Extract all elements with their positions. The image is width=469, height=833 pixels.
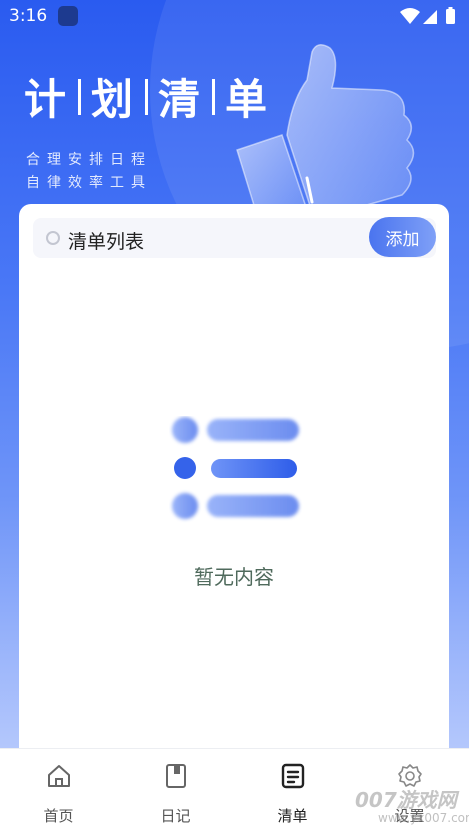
title-divider <box>78 78 82 115</box>
subtitle-line: 自律效率工具 <box>26 175 152 191</box>
tab-label: 清单 <box>277 807 308 825</box>
watermark-text: 007游戏网 <box>355 788 457 812</box>
empty-list-icon <box>172 417 299 519</box>
system-status-icons <box>400 7 455 24</box>
status-bar: 3:16 <box>0 0 469 32</box>
thumbs-up-illustration <box>236 44 415 215</box>
circle-icon <box>46 231 60 245</box>
list-card: 清单列表 添加 暂无内容 <box>19 204 449 764</box>
notebook-icon <box>166 764 186 788</box>
title-char: 清 <box>158 75 203 124</box>
home-icon <box>48 765 70 787</box>
tab-label: 日记 <box>160 807 191 825</box>
title-char: 计 <box>24 75 69 124</box>
empty-state-text: 暂无内容 <box>194 565 274 589</box>
title-char: 划 <box>91 75 136 124</box>
tab-list[interactable]: 清单 <box>234 749 351 833</box>
subtitle-line: 合理安排日程 <box>26 152 152 168</box>
app-notification-icon <box>58 6 78 26</box>
tab-diary[interactable]: 日记 <box>117 749 234 833</box>
title-divider <box>145 78 149 115</box>
list-title: 清单列表 <box>68 231 145 253</box>
tab-label: 首页 <box>43 807 74 825</box>
add-button[interactable]: 添加 <box>369 217 436 257</box>
status-time: 3:16 <box>9 6 48 26</box>
list-icon <box>281 763 305 789</box>
title-divider <box>212 78 216 115</box>
tab-home[interactable]: 首页 <box>0 749 117 833</box>
watermark-url: www.yx007.com <box>378 811 469 825</box>
